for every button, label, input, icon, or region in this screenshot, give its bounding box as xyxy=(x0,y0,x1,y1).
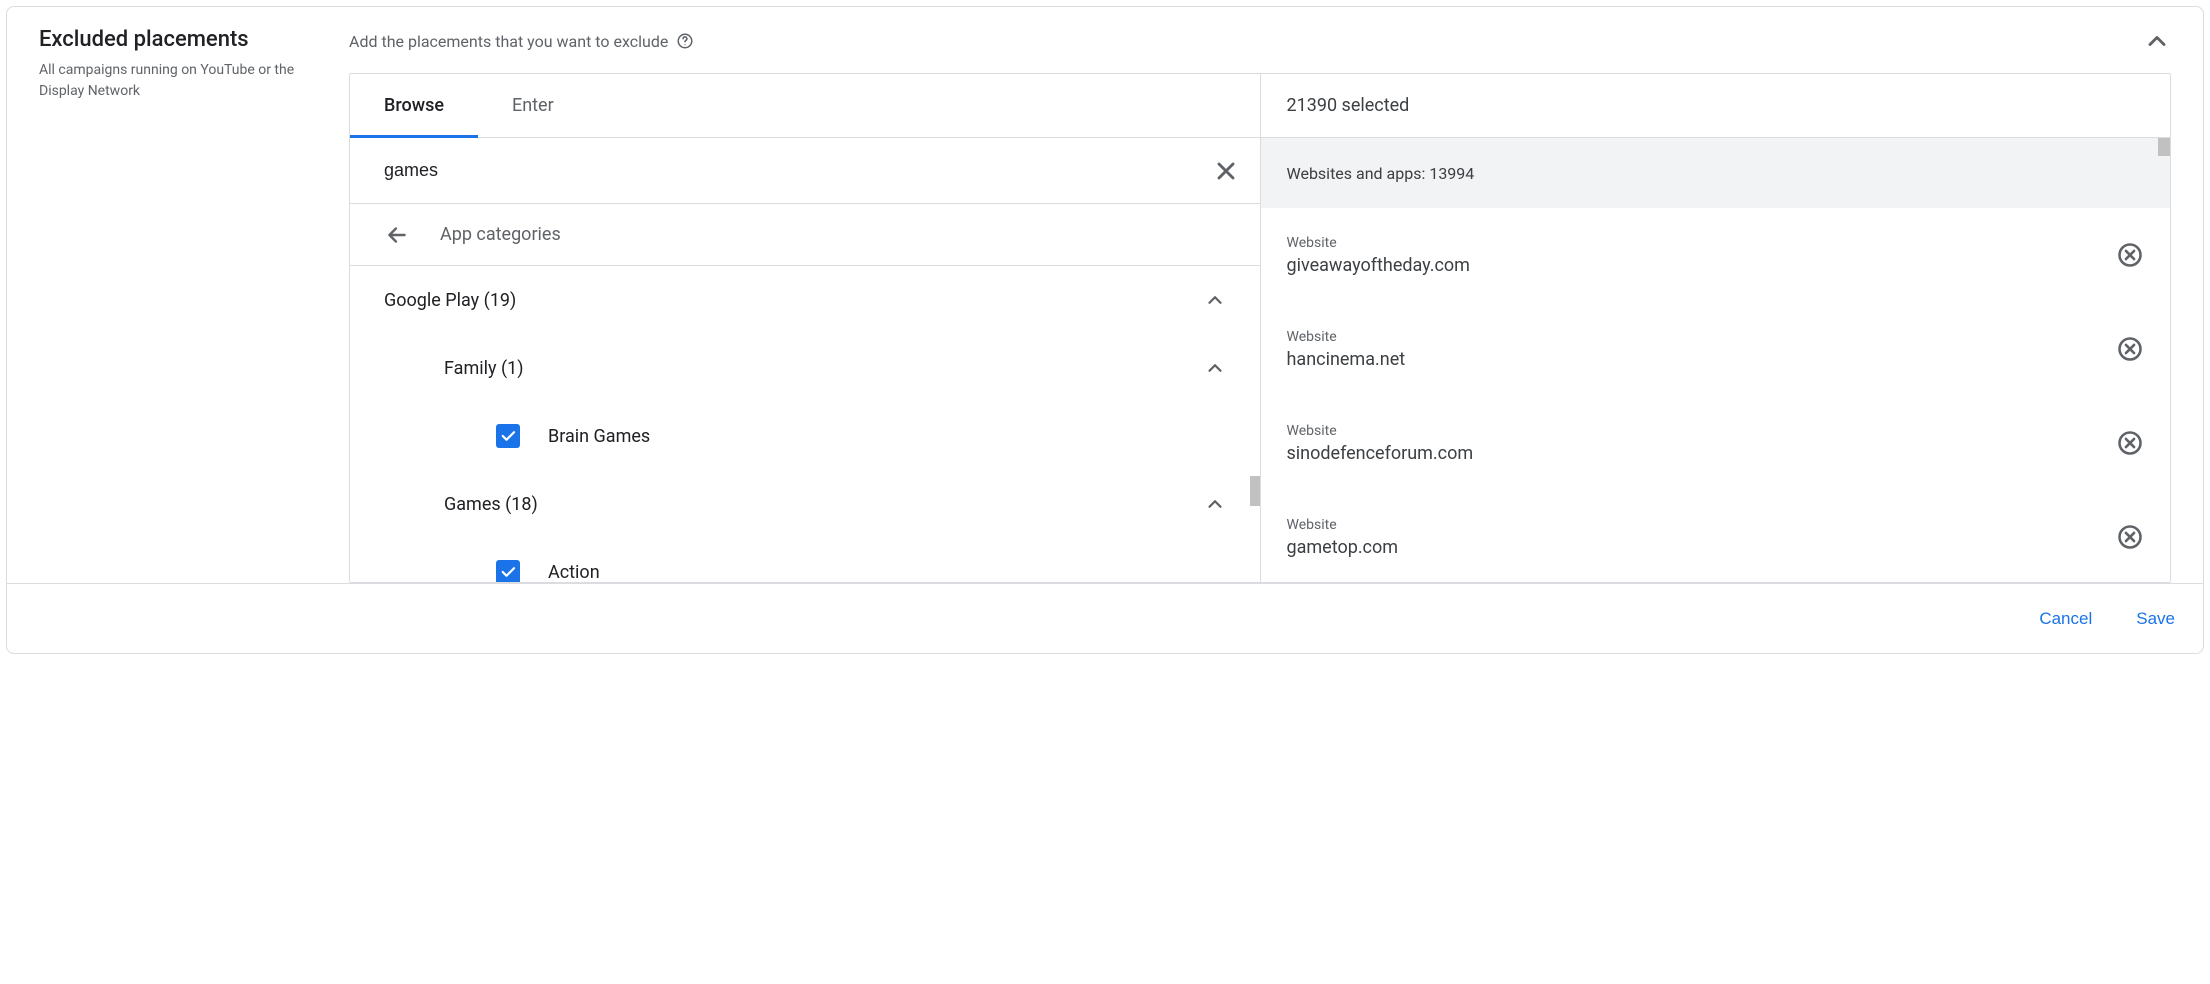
save-button[interactable]: Save xyxy=(2136,609,2175,629)
section-title: Excluded placements xyxy=(39,27,329,52)
browse-panel: Browse Enter xyxy=(350,74,1261,582)
breadcrumb-label: App categories xyxy=(440,224,561,245)
checkbox-checked-icon[interactable] xyxy=(496,560,520,582)
selected-group-header: Websites and apps: 13994 xyxy=(1261,138,2171,208)
selected-item-name: giveawayoftheday.com xyxy=(1287,255,2105,276)
category-action[interactable]: Action xyxy=(350,538,1260,582)
category-label: Action xyxy=(548,562,600,583)
remove-item-icon[interactable] xyxy=(2116,523,2144,551)
placements-picker: Browse Enter xyxy=(349,73,2171,583)
help-icon[interactable] xyxy=(676,32,694,50)
selected-item-type: Website xyxy=(1287,329,2105,345)
collapse-icon[interactable] xyxy=(2143,27,2171,55)
selected-item-name: hancinema.net xyxy=(1287,349,2105,370)
category-tree[interactable]: Google Play (19) Family (1) xyxy=(350,266,1260,582)
category-label: Games (18) xyxy=(444,494,538,515)
selected-panel: 21390 selected Websites and apps: 13994 … xyxy=(1261,74,2171,582)
tab-browse[interactable]: Browse xyxy=(350,74,478,137)
back-arrow-icon[interactable] xyxy=(384,222,410,248)
category-brain-games[interactable]: Brain Games xyxy=(350,402,1260,470)
clear-search-icon[interactable] xyxy=(1212,157,1240,185)
excluded-placements-card: Excluded placements All campaigns runnin… xyxy=(6,6,2204,654)
picker-tabs: Browse Enter xyxy=(350,74,1260,138)
category-label: Google Play (19) xyxy=(384,290,516,311)
chevron-up-icon[interactable] xyxy=(1204,357,1226,379)
scrollbar-thumb[interactable] xyxy=(2158,138,2170,156)
chevron-up-icon[interactable] xyxy=(1204,493,1226,515)
remove-item-icon[interactable] xyxy=(2116,335,2144,363)
remove-item-icon[interactable] xyxy=(2116,241,2144,269)
instruction-row: Add the placements that you want to excl… xyxy=(349,27,2171,55)
selected-item: Website giveawayoftheday.com xyxy=(1261,208,2171,302)
footer-actions: Cancel Save xyxy=(7,583,2203,653)
selected-list[interactable]: Websites and apps: 13994 Website giveawa… xyxy=(1261,138,2171,582)
selected-item-name: gametop.com xyxy=(1287,537,2105,558)
top-region: Excluded placements All campaigns runnin… xyxy=(7,7,2203,583)
remove-item-icon[interactable] xyxy=(2116,429,2144,457)
selected-item-type: Website xyxy=(1287,235,2105,251)
cancel-button[interactable]: Cancel xyxy=(2039,609,2092,629)
selected-item-type: Website xyxy=(1287,517,2105,533)
selected-item: Website sinodefenceforum.com xyxy=(1261,396,2171,490)
sidebar-description: Excluded placements All campaigns runnin… xyxy=(39,27,349,102)
category-label: Brain Games xyxy=(548,426,650,447)
selected-item-type: Website xyxy=(1287,423,2105,439)
chevron-up-icon[interactable] xyxy=(1204,289,1226,311)
selected-item-name: sinodefenceforum.com xyxy=(1287,443,2105,464)
selected-count: 21390 selected xyxy=(1261,74,2171,138)
search-input[interactable] xyxy=(384,160,1212,181)
search-row xyxy=(350,138,1260,204)
category-google-play[interactable]: Google Play (19) xyxy=(350,266,1260,334)
instruction-text: Add the placements that you want to excl… xyxy=(349,32,668,51)
section-subtitle: All campaigns running on YouTube or the … xyxy=(39,60,329,102)
category-family[interactable]: Family (1) xyxy=(350,334,1260,402)
category-games[interactable]: Games (18) xyxy=(350,470,1260,538)
category-label: Family (1) xyxy=(444,358,524,379)
breadcrumb-row: App categories xyxy=(350,204,1260,266)
scrollbar-thumb[interactable] xyxy=(1250,476,1260,506)
tab-enter[interactable]: Enter xyxy=(478,74,588,137)
checkbox-checked-icon[interactable] xyxy=(496,424,520,448)
main-content: Add the placements that you want to excl… xyxy=(349,27,2171,583)
selected-item: Website gametop.com xyxy=(1261,490,2171,582)
selected-item: Website hancinema.net xyxy=(1261,302,2171,396)
